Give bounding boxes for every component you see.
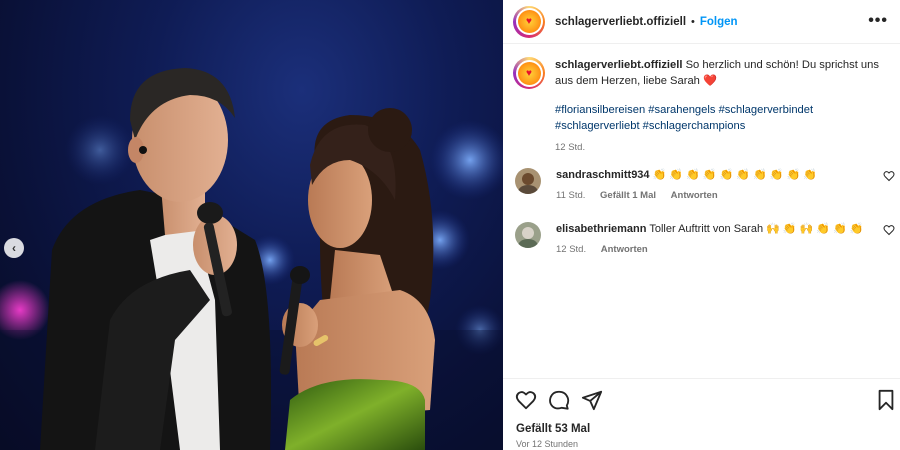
- post-image[interactable]: ‹: [0, 0, 503, 450]
- heart-icon[interactable]: [515, 389, 537, 411]
- heart-logo-icon: ♥: [517, 61, 541, 85]
- post-caption: ♥ schlagerverliebt.offiziell So herzlich…: [513, 57, 893, 156]
- red-heart-emoji: ❤️: [703, 75, 717, 87]
- more-options-icon[interactable]: •••: [868, 12, 888, 30]
- bookmark-icon[interactable]: [875, 389, 897, 411]
- comment-timestamp: 11 Std.: [556, 190, 586, 201]
- caption-username[interactable]: schlagerverliebt.offiziell: [555, 59, 682, 71]
- follow-button[interactable]: Folgen: [700, 16, 738, 28]
- post-timestamp: Vor 12 Stunden: [516, 439, 579, 449]
- share-icon[interactable]: [581, 389, 603, 411]
- post-actions: Gefällt 53 Mal Vor 12 Stunden: [503, 378, 900, 450]
- chevron-left-icon: ‹: [12, 241, 16, 255]
- post-header: ♥ schlagerverliebt.offiziell • Folgen ••…: [503, 0, 900, 44]
- hashtag-line[interactable]: #floriansilbereisen #sarahengels #schlag…: [555, 102, 885, 118]
- post-details-panel: ♥ schlagerverliebt.offiziell • Folgen ••…: [503, 0, 900, 450]
- separator-dot: •: [691, 15, 695, 28]
- comment-text: 👏 👏 👏 👏 👏 👏 👏 👏 👏 👏: [652, 169, 818, 181]
- comment-like-heart-icon[interactable]: [883, 224, 895, 236]
- comment-icon[interactable]: [548, 389, 570, 411]
- comment-text: Toller Auftritt von Sarah 🙌 👏 🙌 👏 👏 👏: [649, 223, 864, 235]
- caption-avatar[interactable]: ♥: [513, 57, 545, 89]
- reply-button[interactable]: Antworten: [601, 244, 648, 255]
- previous-image-button[interactable]: ‹: [4, 238, 24, 258]
- comment-timestamp: 12 Std.: [556, 244, 587, 255]
- stage-photo: [0, 68, 503, 450]
- account-username[interactable]: schlagerverliebt.offiziell: [555, 16, 686, 28]
- reply-button[interactable]: Antworten: [671, 190, 718, 201]
- comment-username[interactable]: elisabethriemann: [556, 223, 646, 235]
- caption-timestamp: 12 Std.: [555, 142, 586, 153]
- comment-item: elisabethriemann Toller Auftritt von Sar…: [515, 222, 895, 257]
- commenter-avatar[interactable]: [515, 222, 541, 248]
- account-avatar[interactable]: ♥: [513, 5, 545, 38]
- heart-logo-icon: ♥: [517, 10, 541, 33]
- hashtag-line[interactable]: #schlagerverliebt #schlagerchampions: [555, 118, 885, 134]
- comment-likes-link[interactable]: Gefällt 1 Mal: [600, 190, 656, 201]
- comment-item: sandraschmitt934 👏 👏 👏 👏 👏 👏 👏 👏 👏 👏 11 …: [515, 168, 895, 203]
- caption-hashtags: #floriansilbereisen #sarahengels #schlag…: [555, 102, 885, 134]
- commenter-avatar[interactable]: [515, 168, 541, 194]
- comment-like-heart-icon[interactable]: [883, 170, 895, 182]
- likes-count[interactable]: Gefällt 53 Mal: [516, 423, 590, 435]
- comment-username[interactable]: sandraschmitt934: [556, 169, 650, 181]
